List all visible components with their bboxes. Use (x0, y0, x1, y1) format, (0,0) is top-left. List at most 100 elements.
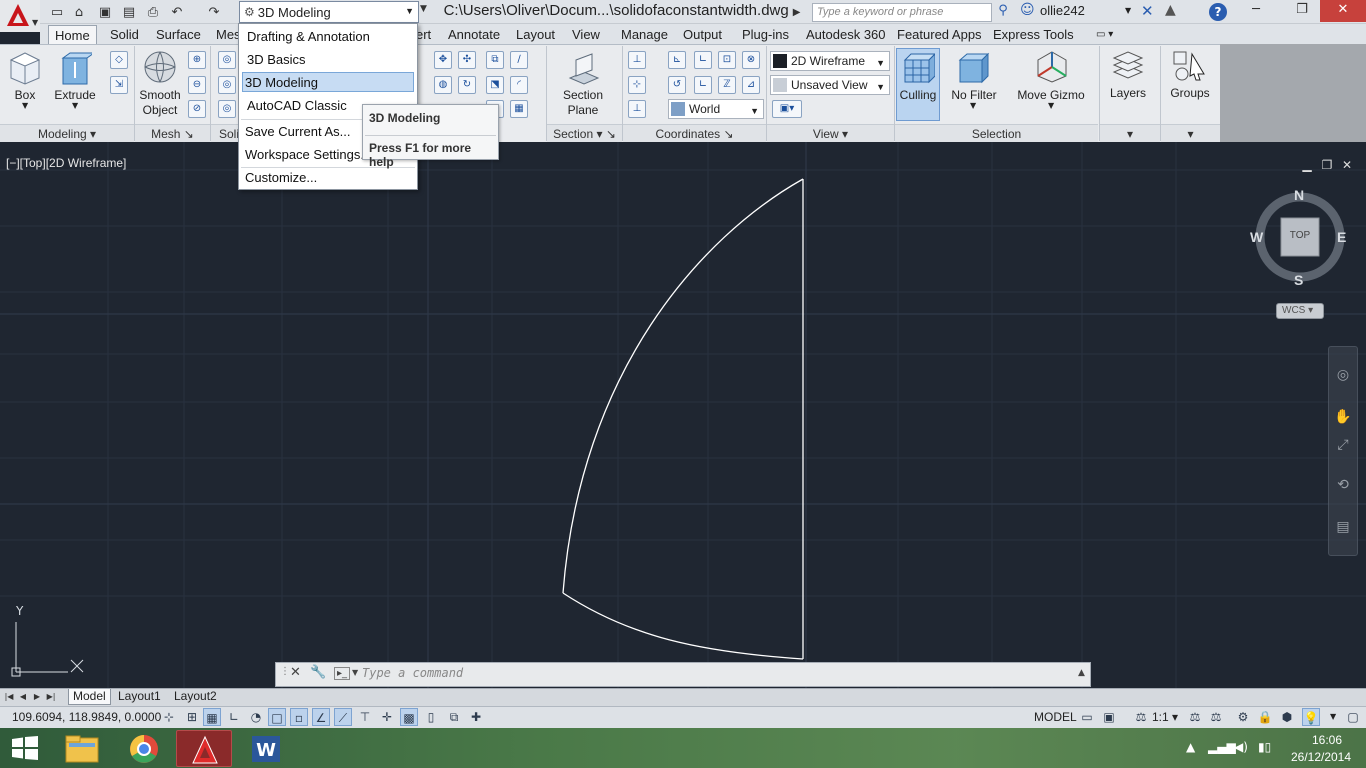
compass-south[interactable]: S (1294, 272, 1303, 288)
save-icon[interactable]: ▣ (96, 3, 114, 21)
orbit-icon[interactable]: ⟲ (1334, 476, 1352, 494)
lock-ui-icon[interactable]: 🔒 (1256, 708, 1274, 726)
chevron-down-icon[interactable]: ▼ (352, 668, 358, 677)
search-input[interactable]: Type a keyword or phrase (812, 3, 992, 22)
workspace-option-drafting[interactable]: Drafting & Annotation (245, 27, 411, 47)
profile-geometry[interactable] (562, 178, 804, 660)
mesh-smooth-more-icon[interactable]: ⊕ (188, 51, 206, 69)
grip-icon[interactable]: ⋮ (280, 666, 290, 677)
box-button[interactable] (8, 50, 42, 89)
annotation-scale[interactable]: 1:1 ▾ (1152, 710, 1178, 724)
chevron-down-icon[interactable]: ▼ (72, 101, 78, 110)
ucs-view-icon[interactable]: ⊡ (718, 51, 736, 69)
transparency-icon[interactable]: ▩ (400, 708, 418, 726)
polar-tracking-icon[interactable]: ◔ (247, 708, 265, 726)
infer-constraints-icon[interactable]: ⊹ (160, 708, 178, 726)
visual-style-dropdown[interactable]: 2D Wireframe ▼ (770, 51, 890, 71)
grid-display-icon[interactable]: ▦ (203, 708, 221, 726)
viewport-restore-icon[interactable]: ❐ (1320, 158, 1334, 172)
panel-view[interactable]: View ▾ (767, 124, 894, 142)
intersect-icon[interactable]: ◎ (218, 100, 236, 118)
move-gizmo-icon[interactable] (1034, 50, 1070, 87)
close-button[interactable]: ✕ (1320, 0, 1366, 22)
quick-access-more-icon[interactable]: ▼ (420, 4, 427, 14)
windows-start-icon[interactable] (12, 736, 38, 763)
annotation-visibility-icon[interactable]: ⚖ (1186, 708, 1204, 726)
help-icon[interactable]: ? (1209, 3, 1227, 21)
taskbar-date[interactable]: 26/12/2014 (1286, 750, 1356, 764)
stretch-icon[interactable]: ⬔ (486, 76, 504, 94)
command-prompt-icon[interactable]: ▸_ (334, 667, 351, 680)
autocad-taskbar-button[interactable] (176, 730, 232, 767)
next-layout-icon[interactable]: ▶ (32, 690, 42, 704)
chevron-down-icon[interactable]: ▼ (1125, 6, 1131, 15)
clean-screen-icon[interactable]: ▢ (1344, 708, 1362, 726)
compass-west[interactable]: W (1250, 229, 1263, 245)
redo-icon[interactable]: ↷ (205, 3, 223, 21)
union-icon[interactable]: ◎ (218, 51, 236, 69)
move-icon[interactable]: ✣ (458, 51, 476, 69)
quick-view-drawings-icon[interactable]: ▣ (1100, 708, 1118, 726)
ucs-object-icon[interactable]: ⊗ (742, 51, 760, 69)
volume-icon[interactable]: ◀) (1234, 740, 1248, 754)
viewport-config-icon[interactable]: ▣▾ (772, 100, 802, 118)
ribbon-minimize-icon[interactable]: ▭ ▾ (1090, 25, 1119, 44)
restore-button[interactable]: ❐ (1280, 0, 1324, 22)
taskbar-time[interactable]: 16:06 (1302, 733, 1352, 747)
tab-featured-apps[interactable]: Featured Apps (891, 25, 988, 44)
ucs-previous-icon[interactable]: ↺ (668, 76, 686, 94)
binoculars-icon[interactable]: ⚲ (994, 3, 1012, 21)
user-name[interactable]: ollie242 (1040, 3, 1085, 18)
named-view-dropdown[interactable]: Unsaved View ▼ (770, 75, 890, 95)
hardware-acceleration-icon[interactable]: ⬢ (1278, 708, 1296, 726)
layout-tab-model[interactable]: Model (68, 689, 111, 705)
panel-modeling[interactable]: Modeling ▾ (0, 124, 134, 142)
first-layout-icon[interactable]: |◀ (4, 690, 14, 704)
customize-item[interactable]: Customize... (243, 168, 409, 188)
drawing-canvas[interactable] (0, 142, 1366, 688)
panel-layers-expand[interactable]: ▾ (1100, 124, 1160, 142)
pan-hand-icon[interactable]: ✋ (1334, 408, 1352, 426)
annotation-scale-icon[interactable]: ⚖ (1132, 708, 1150, 726)
autodesk-360-icon[interactable]: ▲ (1165, 2, 1176, 18)
groups-label[interactable]: Groups (1164, 86, 1216, 100)
mesh-smooth-less-icon[interactable]: ⊖ (188, 76, 206, 94)
groups-icon[interactable] (1172, 50, 1206, 85)
zoom-extents-icon[interactable]: ⤢ (1334, 436, 1352, 454)
tab-manage[interactable]: Manage (615, 25, 674, 44)
compass-north[interactable]: N (1294, 187, 1304, 203)
viewport-minimize-icon[interactable]: ▁ (1300, 158, 1314, 172)
exchange-icon[interactable]: ✕ (1141, 2, 1154, 20)
3d-rotate-icon[interactable]: ◍ (434, 76, 452, 94)
steering-wheel-icon[interactable]: ◎ (1334, 366, 1352, 384)
workspace-selector[interactable]: ⚙ 3D Modeling ▼ (239, 1, 419, 23)
tab-home[interactable]: Home (48, 25, 97, 44)
minimize-button[interactable]: ─ (1234, 0, 1278, 22)
ucs-dropdown[interactable]: World ▼ (668, 99, 764, 119)
line-icon[interactable]: ∕ (510, 51, 528, 69)
extrude-button[interactable] (58, 50, 96, 89)
layers-icon[interactable] (1112, 50, 1144, 85)
tab-autodesk-360[interactable]: Autodesk 360 (800, 25, 892, 44)
panel-groups-expand[interactable]: ▾ (1161, 124, 1220, 142)
smooth-object-button[interactable] (143, 50, 177, 87)
ortho-mode-icon[interactable]: ∟ (225, 708, 243, 726)
tab-surface[interactable]: Surface (150, 25, 207, 44)
grid-icon[interactable]: ▦ (510, 100, 528, 118)
mesh-refine-icon[interactable]: ⊘ (188, 100, 206, 118)
layers-label[interactable]: Layers (1104, 86, 1152, 100)
panel-section[interactable]: Section ▾ ↘ (547, 124, 622, 142)
chevron-down-icon[interactable]: ▼ (970, 101, 976, 110)
object-snap-icon[interactable]: □ (268, 708, 286, 726)
copy-icon[interactable]: ⧉ (486, 51, 504, 69)
layout-tab-layout1[interactable]: Layout1 (114, 689, 165, 705)
dynamic-ucs-icon[interactable]: ⟋ (334, 708, 352, 726)
open-icon[interactable]: ⌂ (70, 3, 88, 21)
3d-move-icon[interactable]: ✥ (434, 51, 452, 69)
selection-cycling-icon[interactable]: ⧉ (445, 708, 463, 726)
show-hidden-icons-icon[interactable]: ▲ (1186, 740, 1195, 754)
dynamic-input-icon[interactable]: ⊤ (356, 708, 374, 726)
move-gizmo-label[interactable]: Move Gizmo (1014, 88, 1088, 102)
workspace-option-3d-basics[interactable]: 3D Basics (245, 50, 411, 70)
rotate-icon[interactable]: ↻ (458, 76, 476, 94)
